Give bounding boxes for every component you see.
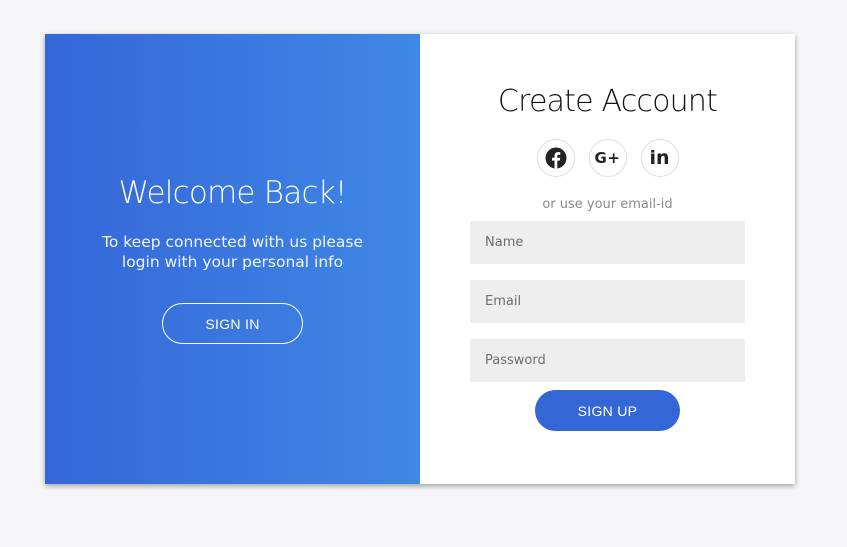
create-account-panel: Create Account G+ in or use your email-i… [420, 34, 795, 484]
welcome-panel: Welcome Back! To keep connected with us … [45, 34, 420, 484]
google-plus-login-button[interactable]: G+ [588, 139, 627, 177]
email-input[interactable] [470, 280, 745, 323]
password-input[interactable] [470, 339, 745, 382]
welcome-title: Welcome Back! [118, 175, 348, 211]
sign-up-button[interactable]: SIGN UP [535, 390, 680, 431]
name-input[interactable] [470, 221, 745, 264]
email-option-text: or use your email-id [542, 197, 673, 212]
social-login-row: G+ in [536, 139, 679, 177]
auth-card: Welcome Back! To keep connected with us … [45, 34, 795, 484]
google-plus-icon: G+ [594, 149, 621, 167]
create-account-title: Create Account [497, 84, 718, 119]
welcome-message: To keep connected with us please login w… [101, 233, 364, 271]
linkedin-icon: in [649, 147, 670, 169]
facebook-icon [545, 147, 567, 169]
sign-in-button[interactable]: SIGN IN [162, 303, 303, 344]
facebook-login-button[interactable] [536, 139, 575, 177]
linkedin-login-button[interactable]: in [640, 139, 679, 177]
